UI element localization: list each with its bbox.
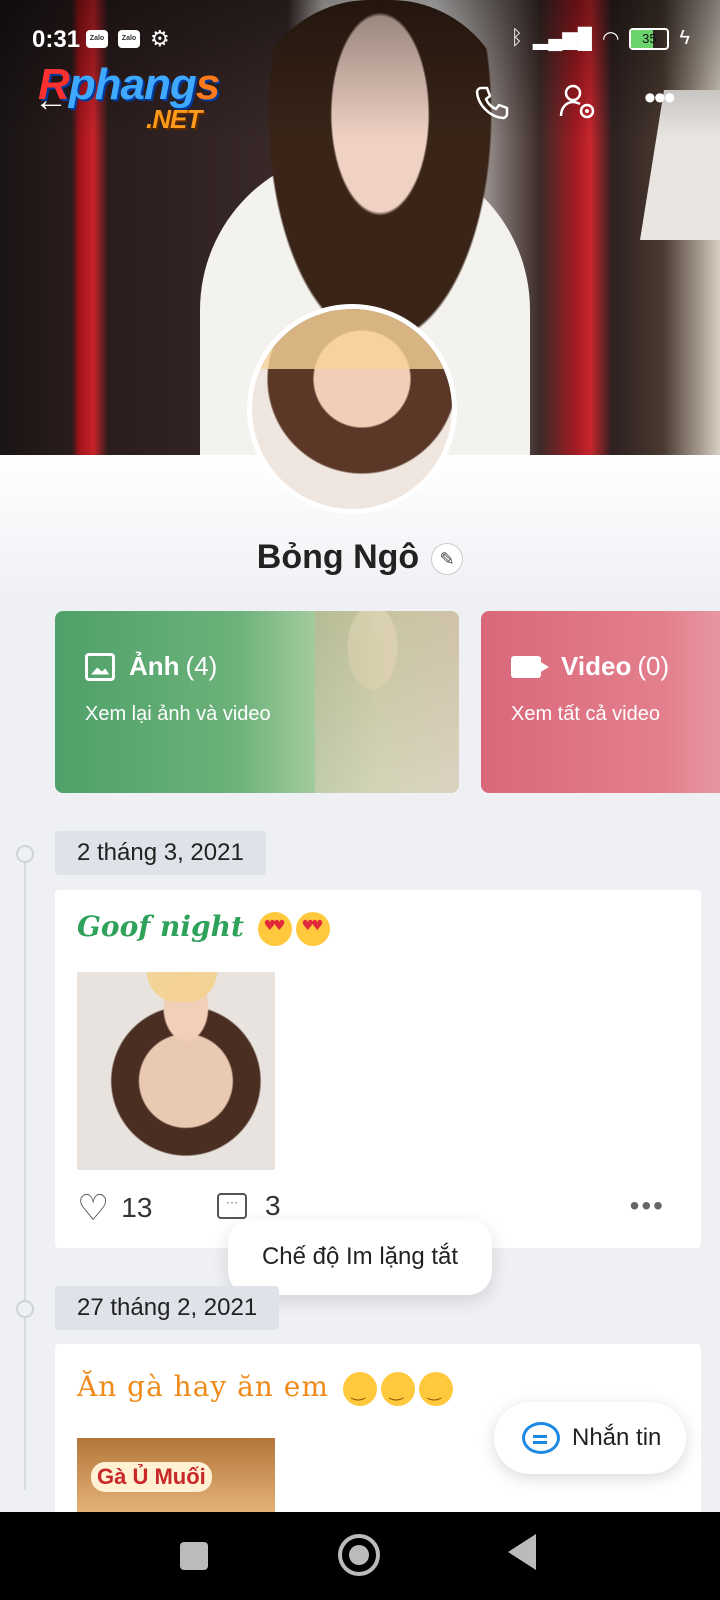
system-nav-bar (0, 1512, 720, 1600)
heart-icon: ♡ (77, 1187, 110, 1228)
profile-name: Bỏng Ngô ✎ (0, 538, 720, 577)
more-dots-icon[interactable]: ••• (644, 81, 684, 128)
timeline-dot (16, 1300, 34, 1318)
post-photo[interactable]: Gà Ủ Muối (77, 1438, 275, 1518)
photo-sign-text: Gà Ủ Muối (91, 1462, 212, 1492)
timeline-dot (16, 845, 34, 863)
like-count: 13 (121, 1192, 153, 1223)
status-time: 0:31 (32, 26, 81, 53)
zalo-notification-icon: Zalo (118, 30, 140, 48)
comment-count: 3 (265, 1190, 281, 1221)
photos-card-label: Ảnh (129, 651, 180, 681)
video-card-label: Video (561, 651, 632, 681)
video-card-count: (0) (637, 651, 670, 681)
recent-apps-icon[interactable] (180, 1542, 208, 1570)
video-camera-icon (511, 655, 549, 678)
battery-icon: 35 (629, 27, 670, 50)
comment-button[interactable]: ··· 3 (217, 1190, 281, 1222)
video-card[interactable]: Video (0) Xem tất cả video (481, 611, 720, 793)
phone-icon[interactable] (472, 82, 512, 122)
bluetooth-icon: ᛒ (510, 27, 523, 49)
home-icon[interactable] (338, 1534, 380, 1576)
message-button-label: Nhắn tin (572, 1424, 662, 1451)
chat-bubble-icon (522, 1422, 560, 1454)
silent-mode-toast: Chế độ Im lặng tắt (228, 1219, 492, 1295)
photos-card[interactable]: Ảnh (4) Xem lại ảnh và video (55, 611, 459, 793)
post-date: 2 tháng 3, 2021 (55, 831, 266, 875)
avatar[interactable] (247, 304, 457, 514)
message-button[interactable]: Nhắn tin (494, 1402, 686, 1474)
status-icons: ᛒ ▂▄▆█ ◠ 35 ϟ (511, 26, 690, 51)
heart-eyes-emoji-icon (257, 911, 292, 946)
timeline-line (24, 850, 26, 1490)
smiling-emoji-icon (342, 1371, 377, 1406)
wifi-icon: ◠ (601, 28, 620, 50)
photos-card-subtitle: Xem lại ảnh và video (85, 703, 271, 725)
system-back-icon[interactable] (508, 1534, 536, 1570)
battery-level: 35 (642, 30, 657, 46)
smiling-emoji-icon (418, 1371, 453, 1406)
heart-eyes-emoji-icon (295, 911, 330, 946)
post-text: Ăn gà hay ăn em (77, 1370, 329, 1403)
feed-post[interactable]: Goof night ♡ 13 ··· 3 ••• (55, 890, 701, 1248)
signal-icon: ▂▄▆█ (532, 28, 592, 50)
post-text: Goof night (77, 910, 244, 943)
settings-gear-icon: ⚙ (150, 26, 170, 51)
image-icon (85, 652, 115, 681)
photos-card-count: (4) (185, 651, 218, 681)
post-more-icon[interactable]: ••• (630, 1192, 665, 1220)
like-button[interactable]: ♡ 13 (77, 1190, 152, 1226)
edit-pencil-icon[interactable]: ✎ (431, 543, 464, 576)
post-date: 27 tháng 2, 2021 (55, 1286, 280, 1330)
watermark-logo: Rphangs .NET (38, 60, 220, 134)
video-card-subtitle: Xem tất cả video (511, 703, 660, 725)
comment-icon: ··· (217, 1193, 247, 1219)
smiling-emoji-icon (380, 1371, 415, 1406)
user-settings-icon[interactable] (558, 82, 598, 122)
post-photo[interactable] (77, 972, 275, 1170)
zalo-notification-icon: Zalo (86, 30, 108, 48)
charging-icon: ϟ (679, 27, 690, 49)
